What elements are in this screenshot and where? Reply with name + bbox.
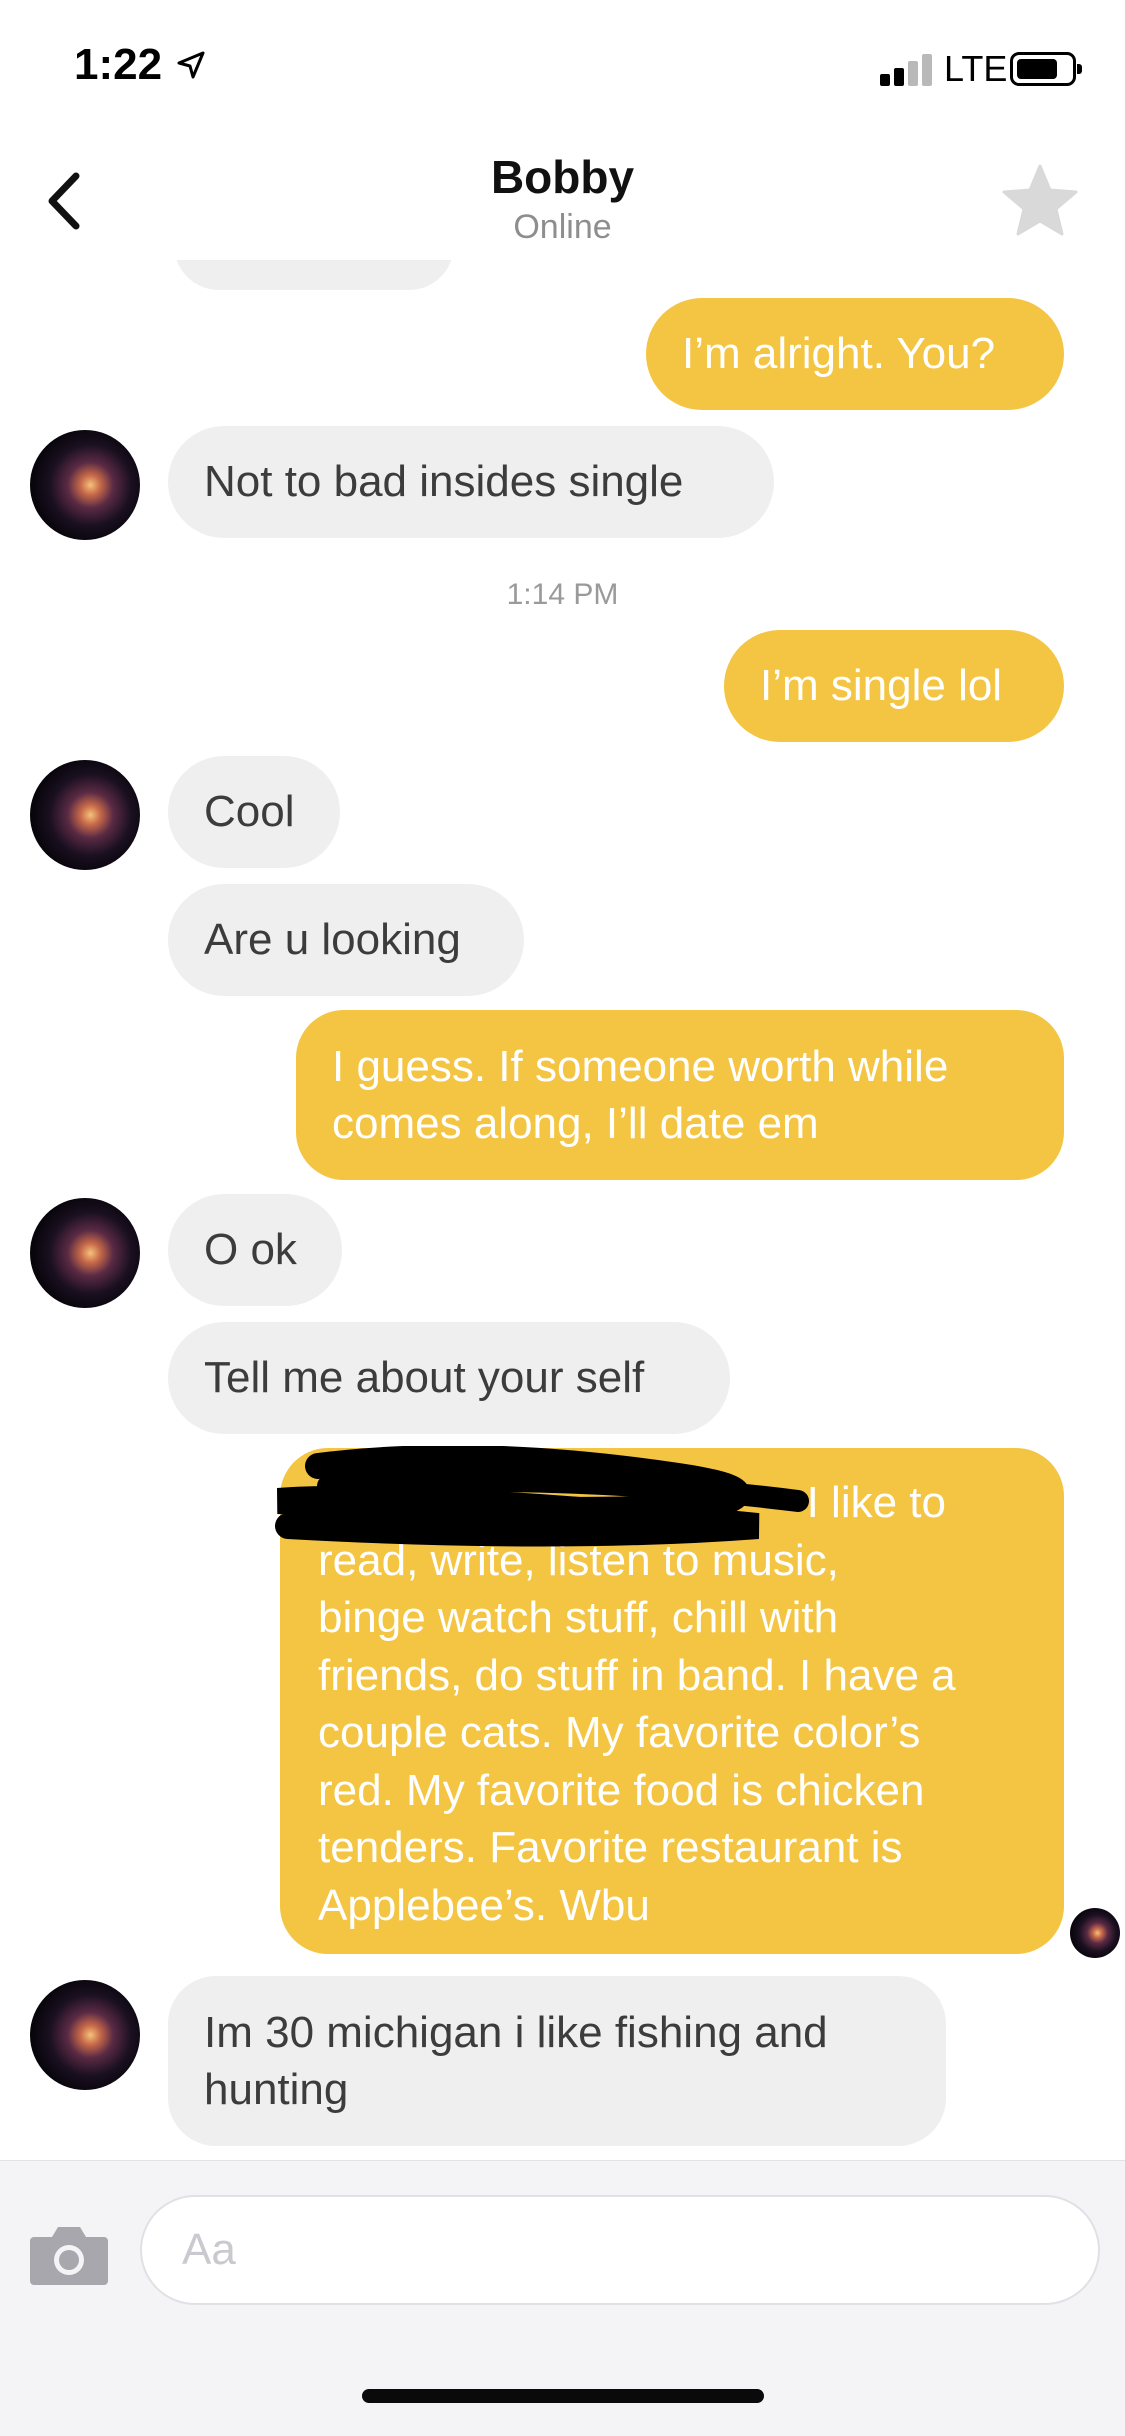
- message-bubble-incoming[interactable]: Are u looking: [168, 884, 524, 996]
- contact-avatar[interactable]: [30, 430, 140, 540]
- message-list[interactable]: I’m alright. You? Not to bad insides sin…: [0, 260, 1125, 2160]
- contact-avatar[interactable]: [30, 1980, 140, 2090]
- chat-header: Bobby Online: [0, 140, 1125, 260]
- message-line: Im 30 michigan i like fishing and: [204, 2008, 828, 2057]
- message-line: comes along, I’ll date em: [332, 1099, 819, 1148]
- status-bar: 1:22 LTE: [0, 0, 1125, 140]
- message-bubble-incoming[interactable]: Cool: [168, 756, 340, 868]
- message-line: binge watch stuff, chill with: [318, 1593, 839, 1642]
- star-icon[interactable]: [1000, 162, 1080, 238]
- message-bubble-incoming[interactable]: Im 30 michigan i like fishing and huntin…: [168, 1976, 946, 2146]
- message-bubble-incoming[interactable]: Not to bad insides single: [168, 426, 774, 538]
- signal-strength-icon: [880, 52, 936, 86]
- network-type: LTE: [944, 48, 1008, 89]
- read-receipt-avatar: [1070, 1908, 1120, 1958]
- message-input[interactable]: [140, 2195, 1100, 2305]
- message-line: friends, do stuff in band. I have a: [318, 1650, 956, 1700]
- message-line: red. My favorite food is chicken: [318, 1765, 925, 1815]
- message-bubble-outgoing[interactable]: I’m single lol: [724, 630, 1064, 742]
- camera-icon[interactable]: [28, 2221, 110, 2287]
- message-line: couple cats. My favorite color’s: [318, 1708, 921, 1757]
- contact-avatar[interactable]: [30, 1198, 140, 1308]
- location-arrow-icon: [177, 51, 205, 79]
- contact-status: Online: [513, 208, 612, 246]
- home-indicator[interactable]: [362, 2389, 764, 2403]
- message-line: I guess. If someone worth while: [332, 1042, 949, 1091]
- message-bubble-outgoing[interactable]: I’m alright. You?: [646, 298, 1064, 410]
- message-bubble-outgoing[interactable]: I guess. If someone worth while comes al…: [296, 1010, 1064, 1180]
- message-bubble-incoming[interactable]: O ok: [168, 1194, 342, 1306]
- contact-name[interactable]: Bobby: [0, 150, 1125, 204]
- contact-avatar[interactable]: [30, 760, 140, 870]
- battery-icon: [1010, 52, 1082, 86]
- message-bubble-incoming[interactable]: Tell me about your self: [168, 1322, 730, 1434]
- redaction-scribble: [275, 1446, 809, 1547]
- message-timestamp: 1:14 PM: [506, 578, 619, 611]
- message-line: hunting: [204, 2065, 349, 2114]
- message-line: Applebee’s. Wbu: [318, 1880, 650, 1930]
- message-line: tenders. Favorite restaurant is: [318, 1823, 903, 1872]
- status-time: 1:22: [74, 40, 163, 89]
- message-composer: [0, 2160, 1125, 2436]
- message-bubble-incoming-cutoff: [174, 260, 454, 290]
